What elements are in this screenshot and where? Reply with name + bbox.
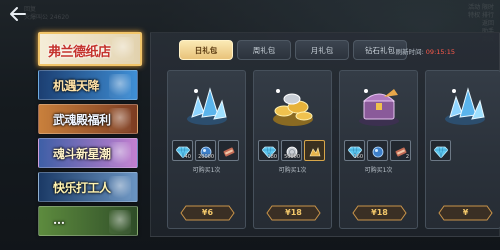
menu-item-illustration xyxy=(109,108,131,132)
purchase-limit: 可购买1次 xyxy=(192,167,221,174)
reward-list: 160 2 xyxy=(344,140,411,161)
reward-item[interactable] xyxy=(367,140,388,161)
gold-coins-icon xyxy=(268,83,318,129)
scroll-icon xyxy=(222,143,236,157)
tab-2[interactable]: 月礼包 xyxy=(295,40,349,60)
reward-list xyxy=(430,140,451,161)
price-button[interactable]: ¥18 xyxy=(266,205,321,221)
treasure-chest-icon xyxy=(354,83,404,129)
reward-list: 180 50000 xyxy=(258,140,325,161)
reward-item[interactable]: 160 xyxy=(344,140,365,161)
menu-item-label: 武魂殿福利 xyxy=(53,113,111,127)
reward-count: 40 xyxy=(184,154,191,160)
menu-item-label: 机遇天降 xyxy=(53,79,100,93)
reward-item[interactable]: 40 xyxy=(172,140,193,161)
reward-count: 2 xyxy=(405,154,409,160)
gift-card: 160 2 可购买1次 ¥18 xyxy=(339,70,418,229)
menu-item-label: 魂斗新星潮 xyxy=(53,147,111,161)
treasure-icon xyxy=(308,143,322,157)
gift-card: ¥ xyxy=(425,70,500,229)
menu-item-2[interactable]: 武魂殿福利 xyxy=(38,104,138,134)
crystal-pile-icon xyxy=(182,83,232,129)
event-menu: 弗兰德纸店机遇天降武魂殿福利魂斗新星潮快乐打工人 … xyxy=(38,32,142,240)
price-button[interactable]: ¥18 xyxy=(352,205,407,221)
reward-item[interactable] xyxy=(430,140,451,161)
menu-item-illustration xyxy=(109,74,131,98)
menu-item-5[interactable]: … xyxy=(38,206,138,236)
refresh-timer: 刷新时间: 09:15:15 xyxy=(396,46,455,56)
blue-gem-icon xyxy=(371,143,385,158)
reward-count: 50000 xyxy=(284,154,300,160)
tab-0[interactable]: 日礼包 xyxy=(179,40,233,60)
purchase-limit: 可购买1次 xyxy=(278,167,307,174)
menu-item-0[interactable]: 弗兰德纸店 xyxy=(38,32,142,66)
reward-item[interactable]: 50000 xyxy=(281,140,302,161)
back-arrow-icon[interactable] xyxy=(8,5,28,23)
menu-item-4[interactable]: 快乐打工人 xyxy=(38,172,138,202)
purchase-limit: 可购买1次 xyxy=(364,167,393,174)
price-label: ¥18 xyxy=(371,208,388,217)
menu-item-illustration xyxy=(112,37,134,61)
price-label: ¥6 xyxy=(201,208,214,217)
reward-item[interactable] xyxy=(304,140,325,161)
gift-card: 180 50000 可购买1次 ¥18 xyxy=(253,70,332,229)
menu-item-illustration xyxy=(109,176,131,200)
menu-item-label: 快乐打工人 xyxy=(53,181,111,195)
menu-item-illustration xyxy=(109,142,131,166)
gift-pack-tabs: 日礼包 周礼包 月礼包 钻石礼包 xyxy=(179,40,407,60)
menu-item-illustration xyxy=(109,210,131,234)
reward-item[interactable]: 2 xyxy=(390,140,411,161)
refresh-time: 09:15:15 xyxy=(425,48,455,56)
menu-item-1[interactable]: 机遇天降 xyxy=(38,70,138,100)
crystal-pile-icon xyxy=(440,83,490,129)
reward-count: 160 xyxy=(353,154,363,160)
reward-list: 40 20000 xyxy=(172,140,239,161)
price-label: ¥18 xyxy=(285,208,302,217)
gift-pack-panel: 日礼包 周礼包 月礼包 钻石礼包 刷新时间: 09:15:15 40 20000 可购买1次… xyxy=(150,32,500,237)
price-button[interactable]: ¥ xyxy=(438,205,493,221)
tab-1[interactable]: 周礼包 xyxy=(237,40,291,60)
menu-item-label: 弗兰德纸店 xyxy=(48,45,111,60)
reward-count: 180 xyxy=(267,154,277,160)
reward-count: 20000 xyxy=(198,154,214,160)
reward-item[interactable] xyxy=(218,140,239,161)
reward-item[interactable]: 180 xyxy=(258,140,279,161)
gift-card: 40 20000 可购买1次 ¥6 xyxy=(167,70,246,229)
reward-item[interactable]: 20000 xyxy=(195,140,216,161)
price-button[interactable]: ¥6 xyxy=(180,205,235,221)
menu-item-label: … xyxy=(53,213,65,227)
price-label: ¥ xyxy=(462,208,469,217)
diamond-icon xyxy=(433,143,449,159)
refresh-label: 刷新时间: xyxy=(395,48,424,56)
menu-item-3[interactable]: 魂斗新星潮 xyxy=(38,138,138,168)
